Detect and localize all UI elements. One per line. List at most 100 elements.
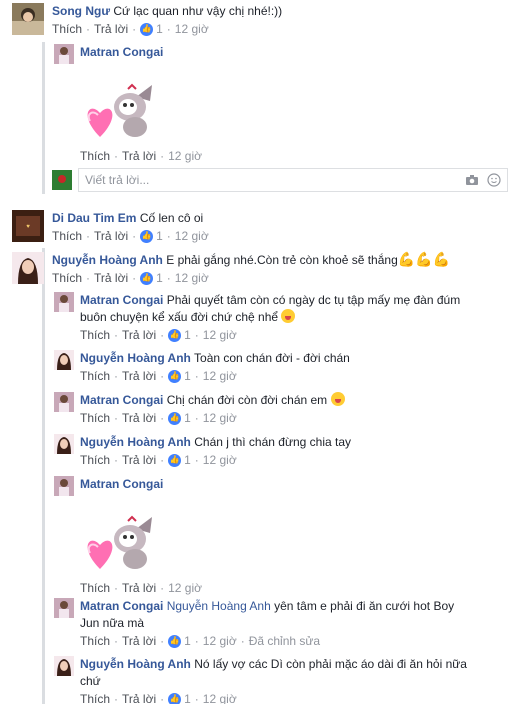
reply-comment: Matran Congai Thích · Trả lời · 12 giờ: [54, 476, 202, 596]
avatar[interactable]: [54, 656, 74, 676]
flexed-biceps-emoji: 💪💪💪: [397, 251, 451, 267]
reply-comment: Matran Congai Thích · Trả lời · 12 giờ: [54, 44, 202, 164]
reply-comment: Matran Congai Chị chán đời còn đời chán …: [54, 392, 345, 426]
like-count[interactable]: 1: [184, 368, 191, 384]
reply-input[interactable]: Viết trả lời...: [78, 168, 508, 192]
comment-author[interactable]: Nguyễn Hoàng Anh: [80, 435, 191, 449]
avatar[interactable]: [54, 434, 74, 454]
like-link[interactable]: Thích: [80, 452, 110, 468]
comment-author[interactable]: Matran Congai: [80, 599, 163, 613]
current-user-avatar: [52, 170, 72, 190]
comment-text: Cứ lạc quan như vậy chị nhé!:)): [113, 4, 283, 18]
avatar[interactable]: [54, 392, 74, 412]
comment-text-cont: Jun nữa mà: [80, 616, 145, 630]
avatar[interactable]: ♥: [12, 210, 44, 242]
timestamp[interactable]: 12 giờ: [203, 452, 237, 468]
comment-author[interactable]: Matran Congai: [80, 393, 163, 407]
reply-link[interactable]: Trả lời: [122, 368, 156, 384]
comment-text: E phải gắng nhé.Còn trẻ còn khoẻ sẽ thắn…: [166, 253, 398, 267]
avatar[interactable]: [54, 292, 74, 312]
avatar[interactable]: [12, 252, 44, 284]
reply-composer: Viết trả lời...: [52, 168, 508, 192]
like-count[interactable]: 1: [184, 633, 191, 649]
avatar[interactable]: [54, 44, 74, 64]
comment-author[interactable]: Matran Congai: [80, 477, 163, 491]
thread-line: [42, 42, 45, 194]
avatar[interactable]: [54, 350, 74, 370]
like-count[interactable]: 1: [184, 327, 191, 343]
comment-text: Chán j thì chán đừng chia tay: [194, 435, 352, 449]
avatar[interactable]: [54, 476, 74, 496]
mention-link[interactable]: Nguyễn Hoàng Anh: [167, 599, 271, 613]
comment-author[interactable]: Nguyễn Hoàng Anh: [80, 657, 191, 671]
like-link[interactable]: Thích: [80, 633, 110, 649]
thread-line: [42, 248, 45, 704]
comment: Nguyễn Hoàng Anh E phải gắng nhé.Còn trẻ…: [12, 252, 450, 286]
timestamp[interactable]: 12 giờ: [175, 270, 209, 286]
like-count-icon: 👍: [168, 634, 182, 648]
reply-link[interactable]: Trả lời: [122, 633, 156, 649]
timestamp[interactable]: 12 giờ: [203, 368, 237, 384]
like-count-icon: 👍: [168, 328, 182, 342]
like-count-icon: 👍: [140, 22, 154, 36]
like-count[interactable]: 1: [184, 410, 191, 426]
avatar[interactable]: [12, 3, 44, 35]
like-link[interactable]: Thích: [80, 580, 110, 596]
reply-link[interactable]: Trả lời: [122, 148, 156, 164]
comment-author[interactable]: Song Ngư: [52, 4, 110, 18]
like-link[interactable]: Thích: [80, 368, 110, 384]
comment-text: Toàn con chán đời - đời chán: [194, 351, 350, 365]
like-count[interactable]: 1: [156, 21, 163, 37]
reply-link[interactable]: Trả lời: [94, 21, 128, 37]
timestamp[interactable]: 12 giờ: [203, 691, 237, 704]
timestamp[interactable]: 12 giờ: [203, 633, 237, 649]
like-link[interactable]: Thích: [80, 327, 110, 343]
comment-author[interactable]: Matran Congai: [80, 293, 163, 307]
like-link[interactable]: Thích: [52, 270, 82, 286]
grinning-face-emoji: [330, 392, 345, 406]
timestamp[interactable]: 12 giờ: [203, 327, 237, 343]
timestamp[interactable]: 12 giờ: [175, 228, 209, 244]
comment-author[interactable]: Matran Congai: [80, 45, 163, 59]
like-count[interactable]: 1: [184, 452, 191, 468]
reply-comment: Matran Congai Nguyễn Hoàng Anh yên tâm e…: [54, 598, 454, 649]
comment: ♥ Di Dau Tim Em Cố len cô oi Thích · Trả …: [12, 210, 209, 244]
timestamp[interactable]: 12 giờ: [168, 148, 202, 164]
comment-author[interactable]: Di Dau Tim Em: [52, 211, 136, 225]
reply-link[interactable]: Trả lời: [122, 327, 156, 343]
like-link[interactable]: Thích: [52, 21, 82, 37]
reply-link[interactable]: Trả lời: [122, 410, 156, 426]
reply-comment: Nguyễn Hoàng Anh Nó lấy vợ các Dì còn ph…: [54, 656, 467, 704]
like-link[interactable]: Thích: [80, 148, 110, 164]
reply-comment: Matran Congai Phải quyết tâm còn có ngày…: [54, 292, 460, 343]
timestamp[interactable]: 12 giờ: [175, 21, 209, 37]
reply-link[interactable]: Trả lời: [94, 270, 128, 286]
reply-placeholder: Viết trả lời...: [85, 173, 150, 187]
reply-link[interactable]: Trả lời: [94, 228, 128, 244]
edited-label[interactable]: Đã chỉnh sửa: [249, 633, 320, 649]
like-count-icon: 👍: [168, 692, 182, 704]
like-count-icon: 👍: [168, 411, 182, 425]
reply-link[interactable]: Trả lời: [122, 691, 156, 704]
avatar[interactable]: [54, 598, 74, 618]
sticker-image: [80, 67, 160, 147]
comment-text: Nó lấy vợ các Dì còn phải mặc áo dài đi …: [194, 657, 467, 671]
emoji-icon[interactable]: [487, 173, 501, 190]
comment-author[interactable]: Nguyễn Hoàng Anh: [80, 351, 191, 365]
like-link[interactable]: Thích: [80, 691, 110, 704]
comment-text: Phải quyết tâm còn có ngày dc tụ tập mấy…: [166, 293, 461, 307]
like-count-icon: 👍: [168, 369, 182, 383]
comment: Song Ngư Cứ lạc quan như vậy chị nhé!:))…: [12, 3, 282, 37]
like-link[interactable]: Thích: [52, 228, 82, 244]
like-count[interactable]: 1: [184, 691, 191, 704]
like-link[interactable]: Thích: [80, 410, 110, 426]
like-count[interactable]: 1: [156, 228, 163, 244]
reply-link[interactable]: Trả lời: [122, 452, 156, 468]
camera-icon[interactable]: [465, 173, 479, 190]
timestamp[interactable]: 12 giờ: [168, 580, 202, 596]
comment-author[interactable]: Nguyễn Hoàng Anh: [52, 253, 163, 267]
timestamp[interactable]: 12 giờ: [203, 410, 237, 426]
reply-comment: Nguyễn Hoàng Anh Chán j thì chán đừng ch…: [54, 434, 351, 468]
like-count[interactable]: 1: [156, 270, 163, 286]
reply-link[interactable]: Trả lời: [122, 580, 156, 596]
